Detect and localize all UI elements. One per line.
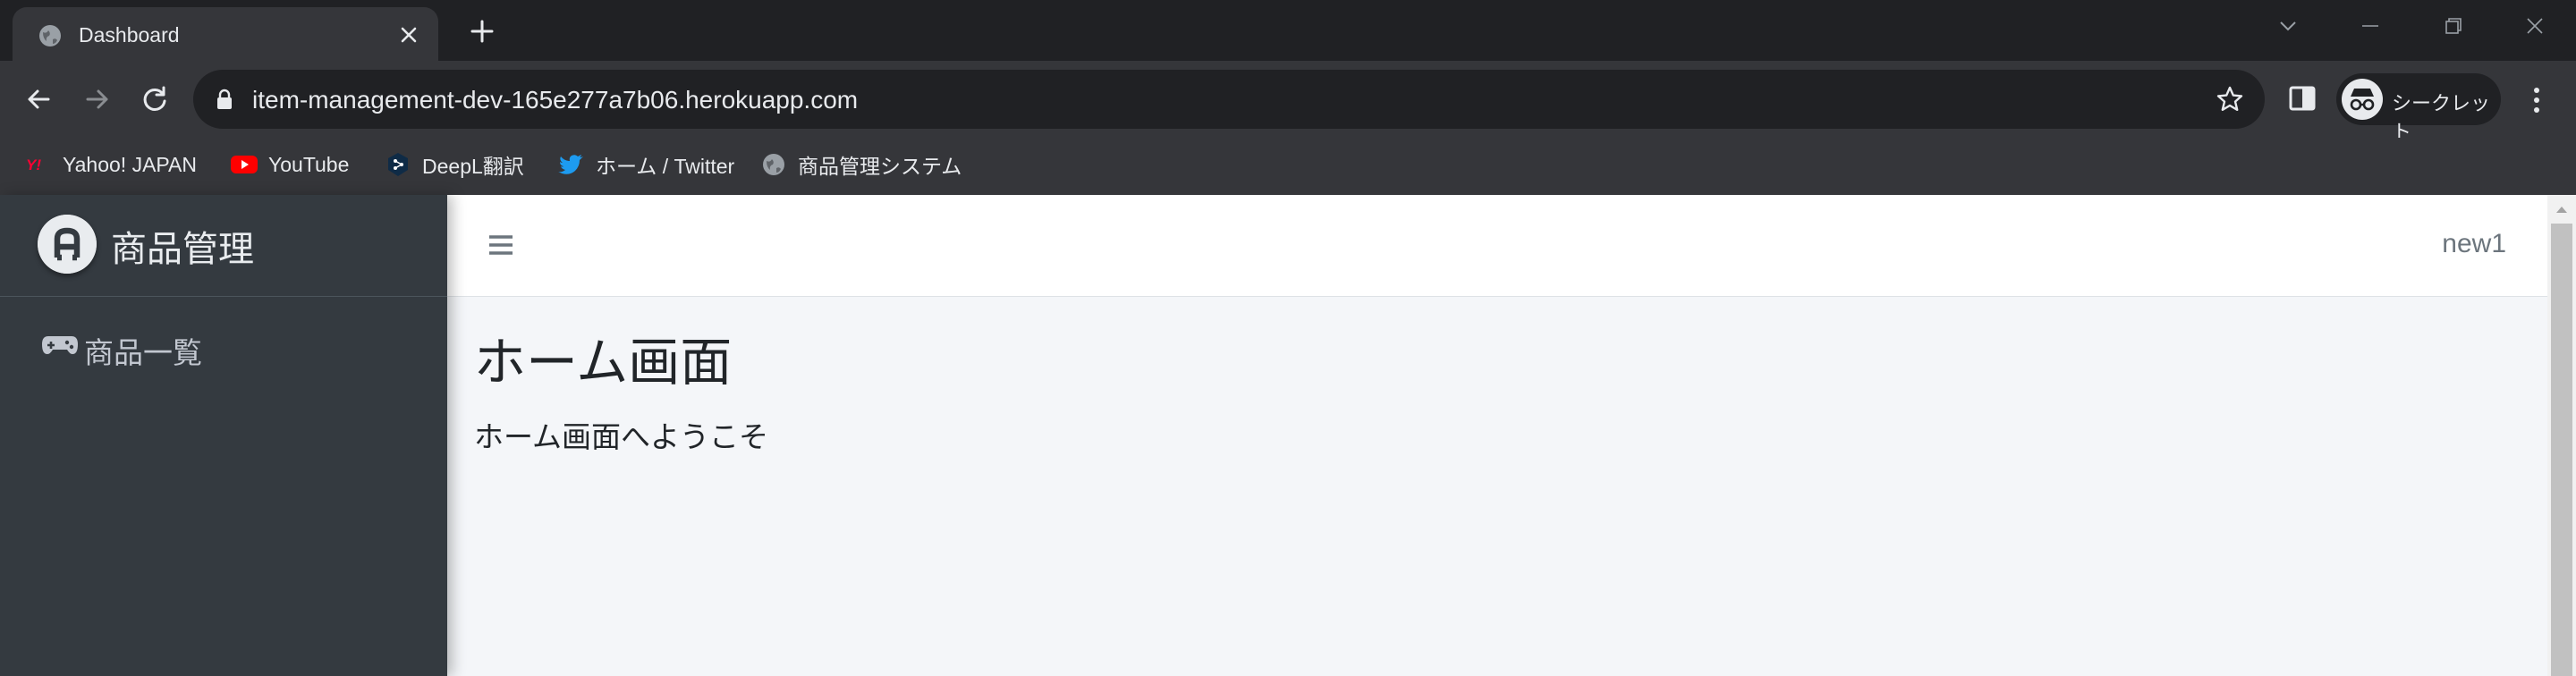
lock-icon[interactable] — [215, 88, 234, 111]
bookmark-label: DeepL翻訳 — [422, 155, 524, 178]
side-panel-icon[interactable] — [2286, 82, 2318, 114]
user-menu[interactable]: new1 — [2442, 229, 2506, 259]
svg-text:Y!: Y! — [26, 156, 41, 173]
bookmark-star-icon[interactable] — [2215, 84, 2245, 114]
tab-bar: Dashboard — [0, 0, 2576, 61]
tab-title: Dashboard — [79, 23, 180, 46]
address-bar[interactable]: item-management-dev-165e277a7b06.herokua… — [193, 70, 2265, 129]
close-icon[interactable] — [397, 23, 420, 46]
twitter-icon — [556, 151, 587, 178]
scroll-up-arrow-icon[interactable] — [2555, 204, 2569, 215]
welcome-text: ホーム画面へようこそ — [474, 420, 769, 453]
bookmark-label: 商品管理システム — [798, 155, 962, 178]
globe-icon — [758, 151, 789, 178]
bookmark-youtube[interactable]: YouTube — [229, 148, 349, 181]
url-text[interactable]: item-management-dev-165e277a7b06.herokua… — [252, 86, 858, 114]
brand-link[interactable]: 商品管理 — [0, 195, 447, 297]
globe-icon — [39, 25, 61, 46]
page-viewport: 商品管理 商品一覧 new1 ホーム画面 ホーム画面へようこそ — [0, 195, 2576, 676]
incognito-badge[interactable]: シークレット — [2336, 73, 2501, 143]
menu-toggle-icon[interactable] — [487, 231, 515, 259]
sidebar-item-label: 商品一覧 — [84, 336, 202, 369]
bookmark-item-management[interactable]: 商品管理システム — [758, 148, 962, 181]
page-title: ホーム画面 — [474, 334, 733, 392]
forward-icon[interactable] — [79, 80, 116, 118]
youtube-icon — [229, 151, 259, 178]
brand-text: 商品管理 — [111, 230, 254, 269]
minimize-icon[interactable] — [2352, 13, 2388, 39]
bookmark-yahoo[interactable]: Y! Yahoo! JAPAN — [23, 148, 197, 181]
deepl-icon — [383, 151, 413, 178]
vertical-scrollbar[interactable] — [2547, 195, 2576, 676]
incognito-label: シークレット — [2392, 92, 2491, 143]
bookmark-label: Yahoo! JAPAN — [63, 152, 198, 176]
yahoo-icon: Y! — [23, 151, 54, 178]
bookmark-deepl[interactable]: DeepL翻訳 — [383, 148, 524, 181]
bookmark-label: YouTube — [268, 152, 350, 176]
bookmarks-bar: Y! Yahoo! JAPAN YouTube DeepL翻訳 ホーム / Tw… — [0, 138, 2576, 195]
scrollbar-thumb[interactable] — [2551, 224, 2572, 676]
tab-dashboard[interactable]: Dashboard — [13, 7, 438, 61]
reload-icon[interactable] — [136, 80, 174, 118]
gamepad-icon — [42, 336, 78, 354]
brand-logo-icon — [38, 215, 97, 274]
tab-search-icon[interactable] — [2270, 13, 2306, 39]
sidebar: 商品管理 商品一覧 — [0, 195, 447, 676]
main-header: new1 — [447, 195, 2547, 297]
back-icon[interactable] — [20, 80, 57, 118]
content-wrapper: ホーム画面 ホーム画面へようこそ — [447, 297, 2547, 676]
bookmark-twitter[interactable]: ホーム / Twitter — [556, 148, 734, 181]
new-tab-icon[interactable] — [467, 16, 497, 46]
browser-toolbar: item-management-dev-165e277a7b06.herokua… — [0, 61, 2576, 143]
sidebar-item-item-list[interactable]: 商品一覧 — [14, 317, 433, 374]
window-close-icon[interactable] — [2517, 13, 2553, 39]
incognito-icon — [2342, 79, 2383, 120]
restore-icon[interactable] — [2435, 13, 2470, 39]
more-menu-icon[interactable] — [2528, 82, 2546, 118]
bookmark-label: ホーム / Twitter — [596, 155, 735, 178]
